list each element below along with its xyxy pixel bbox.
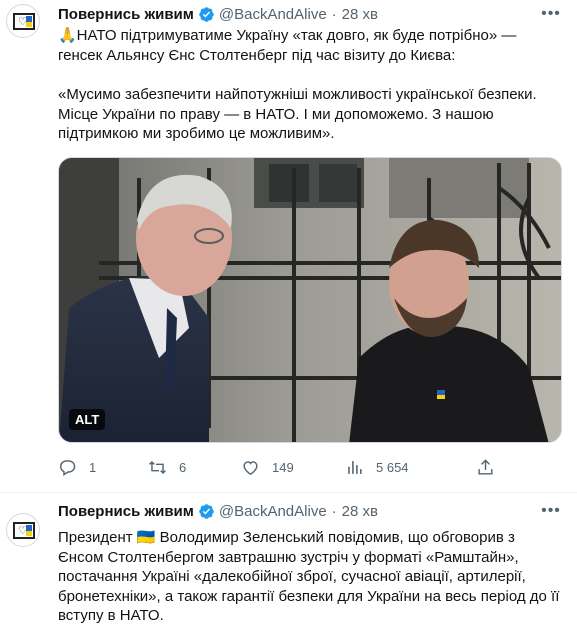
like-button[interactable]: 149 xyxy=(241,456,294,478)
separator: · xyxy=(331,502,337,520)
author-name[interactable]: Повернись живим xyxy=(58,503,194,520)
views-button[interactable]: 5 654 xyxy=(345,456,409,478)
retweet-button[interactable]: 6 xyxy=(148,456,186,478)
avatar[interactable]: ♡ xyxy=(6,513,40,547)
tweet-actions: 1 6 149 5 654 xyxy=(58,456,558,478)
reply-count: 1 xyxy=(89,459,97,475)
tweet-photo[interactable]: ALT xyxy=(58,157,562,443)
reply-icon xyxy=(60,459,76,476)
author-name[interactable]: Повернись живим xyxy=(58,6,194,23)
tweet-text: 🙏НАТО підтримуватиме Україну «так довго,… xyxy=(58,26,563,144)
author-handle[interactable]: @BackAndAlive xyxy=(219,6,327,23)
avatar-logo-icon: ♡ xyxy=(13,13,35,30)
tweet[interactable]: ♡ Повернись живим @BackAndAlive · 28 хв … xyxy=(0,0,577,493)
heart-icon xyxy=(243,460,258,475)
reply-button[interactable]: 1 xyxy=(58,456,96,478)
avatar-logo-icon: ♡ xyxy=(13,522,35,539)
author-handle[interactable]: @BackAndAlive xyxy=(219,503,327,520)
views-chart-icon xyxy=(348,460,362,474)
tweet-paragraph: 🙏НАТО підтримуватиме Україну «так довго,… xyxy=(58,27,517,64)
avatar[interactable]: ♡ xyxy=(6,4,40,38)
tweet-paragraph: «Мусимо забезпечити найпотужніші можливо… xyxy=(58,86,537,142)
photo-image xyxy=(59,158,561,442)
share-button[interactable] xyxy=(476,456,495,478)
tweet-text: Президент 🇺🇦 Володимир Зеленський повідо… xyxy=(58,528,563,626)
tweet[interactable]: ♡ Повернись живим @BackAndAlive · 28 хв … xyxy=(0,492,577,632)
timestamp[interactable]: 28 хв xyxy=(342,503,378,520)
view-count: 5 654 xyxy=(376,459,409,475)
tweet-paragraph: Президент 🇺🇦 Володимир Зеленський повідо… xyxy=(58,529,560,624)
verified-badge-icon xyxy=(199,503,214,519)
retweet-icon xyxy=(149,460,166,474)
alt-text-badge[interactable]: ALT xyxy=(69,409,106,430)
tweet-header: Повернись живим @BackAndAlive · 28 хв xyxy=(58,501,378,521)
separator: · xyxy=(331,5,337,23)
share-icon xyxy=(478,458,493,475)
more-options-icon[interactable]: ••• xyxy=(541,4,561,24)
more-options-icon[interactable]: ••• xyxy=(541,501,561,521)
like-count: 149 xyxy=(272,459,294,475)
tweet-header: Повернись живим @BackAndAlive · 28 хв xyxy=(58,4,378,24)
timestamp[interactable]: 28 хв xyxy=(342,6,378,23)
retweet-count: 6 xyxy=(179,459,187,475)
verified-badge-icon xyxy=(199,6,214,22)
